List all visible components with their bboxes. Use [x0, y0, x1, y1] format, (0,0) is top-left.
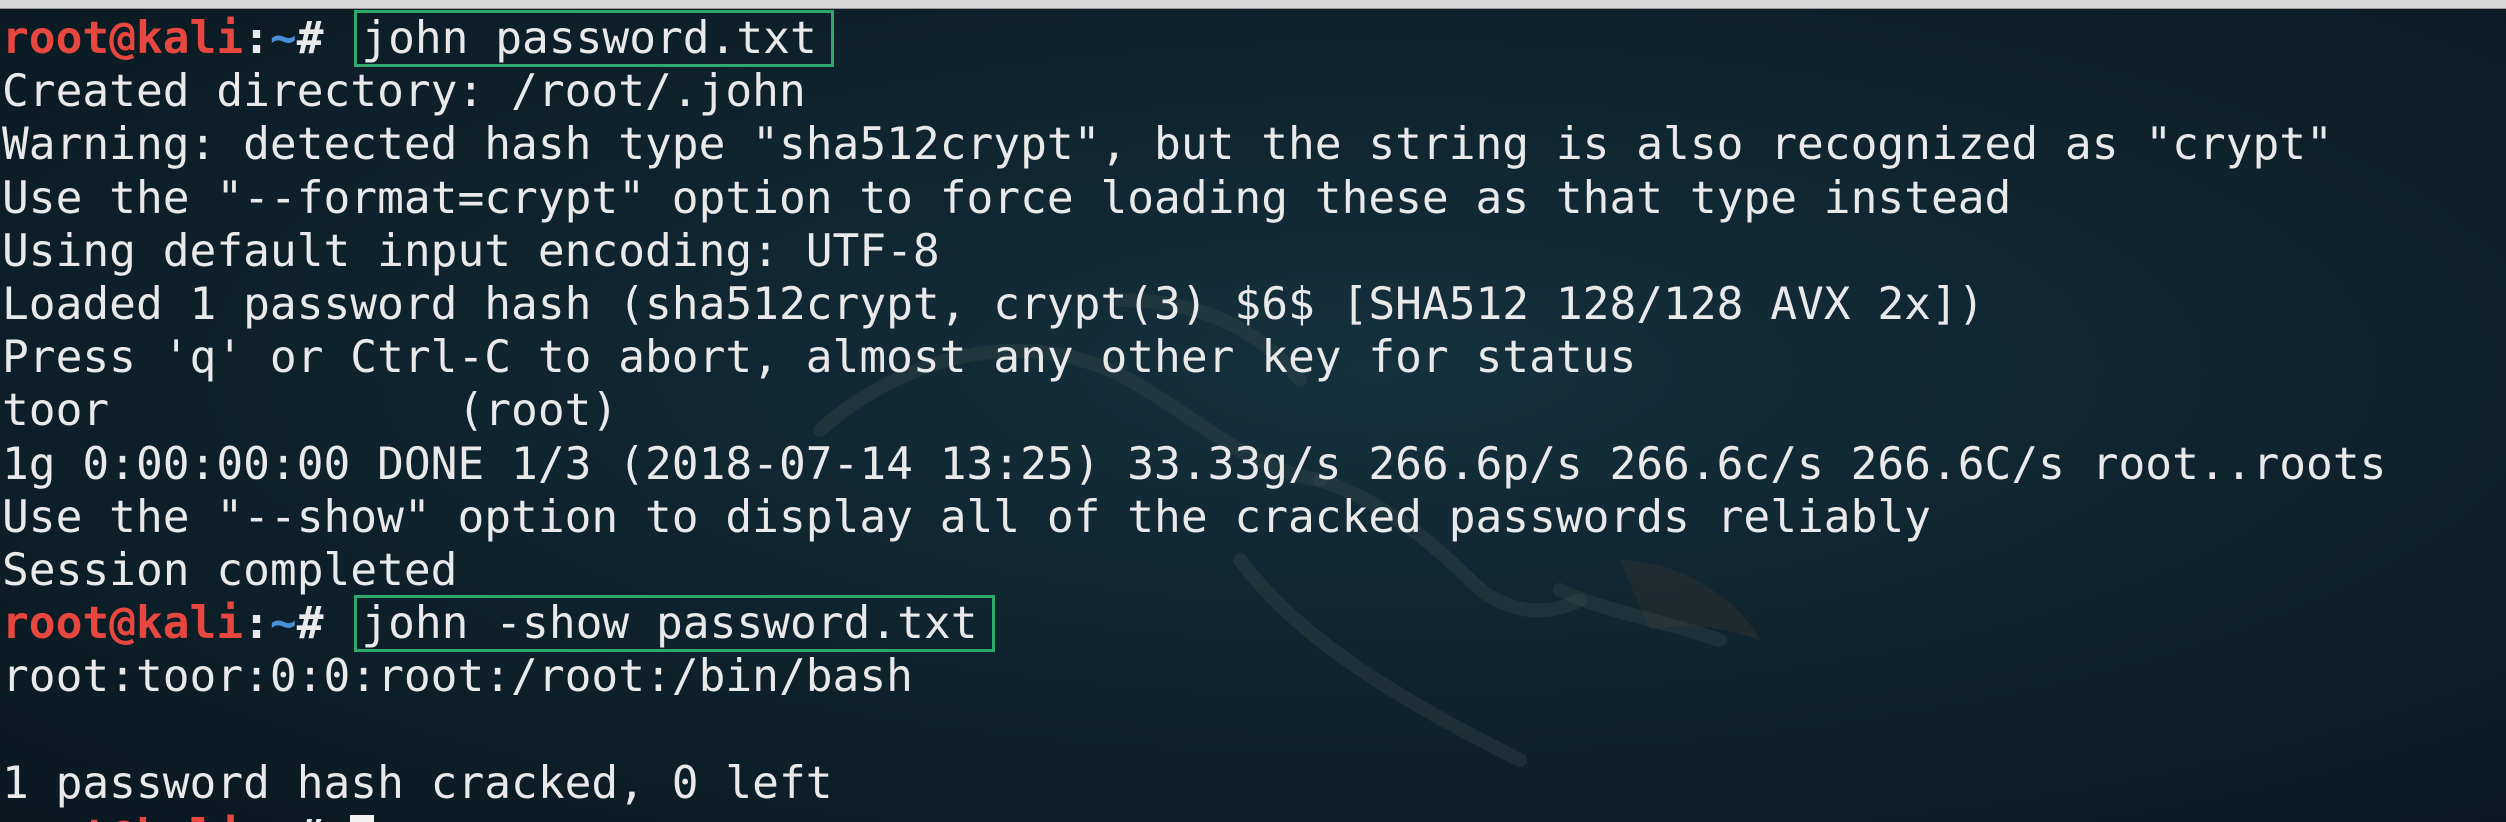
output-line: Created directory: /root/.john — [2, 66, 806, 118]
output-line: 1 password hash cracked, 0 left — [2, 757, 833, 809]
prompt-hash: # — [297, 811, 351, 822]
prompt-user-host: root@kali — [2, 811, 243, 822]
output-line: Warning: detected hash type "sha512crypt… — [2, 119, 2333, 171]
prompt-hash: # — [296, 598, 351, 650]
output-line: Use the "--format=crypt" option to force… — [2, 172, 2012, 224]
highlighted-command: john -show password.txt — [354, 595, 995, 653]
prompt-colon: : — [243, 13, 270, 64]
output-line: 1g 0:00:00:00 DONE 1/3 (2018-07-14 13:25… — [2, 438, 2387, 490]
highlighted-command: john password.txt — [354, 10, 834, 67]
prompt-path: ~ — [269, 598, 297, 650]
prompt-user-host: root@kali — [2, 13, 244, 64]
prompt-colon: : — [243, 811, 270, 822]
window-top-edge — [0, 0, 2506, 9]
prompt-hash: # — [296, 13, 351, 64]
command-line-1: root@kali:~# john password.txt — [2, 10, 2386, 67]
prompt-user-host: root@kali — [2, 598, 244, 650]
prompt-path: ~ — [269, 13, 297, 64]
terminal-output: root@kali:~# john password.txt Created d… — [2, 10, 2387, 822]
output-line: root:toor:0:0:root:/root:/bin/bash — [2, 651, 913, 703]
output-line: Use the "--show" option to display all o… — [2, 491, 1931, 543]
prompt-colon: : — [243, 598, 270, 650]
command-line-3[interactable]: root@kali:~# — [2, 810, 2386, 822]
prompt-path: ~ — [270, 811, 297, 822]
output-line: toor (root) — [2, 385, 619, 437]
output-line: Loaded 1 password hash (sha512crypt, cry… — [2, 278, 1985, 330]
output-line: Using default input encoding: UTF-8 — [2, 225, 940, 277]
terminal-window[interactable]: root@kali:~# john password.txt Created d… — [0, 0, 2506, 822]
output-line: Session completed — [2, 544, 458, 596]
output-line: Press 'q' or Ctrl-C to abort, almost any… — [2, 332, 1637, 384]
command-line-2: root@kali:~# john -show password.txt — [2, 595, 2386, 653]
text-cursor[interactable] — [350, 814, 375, 822]
